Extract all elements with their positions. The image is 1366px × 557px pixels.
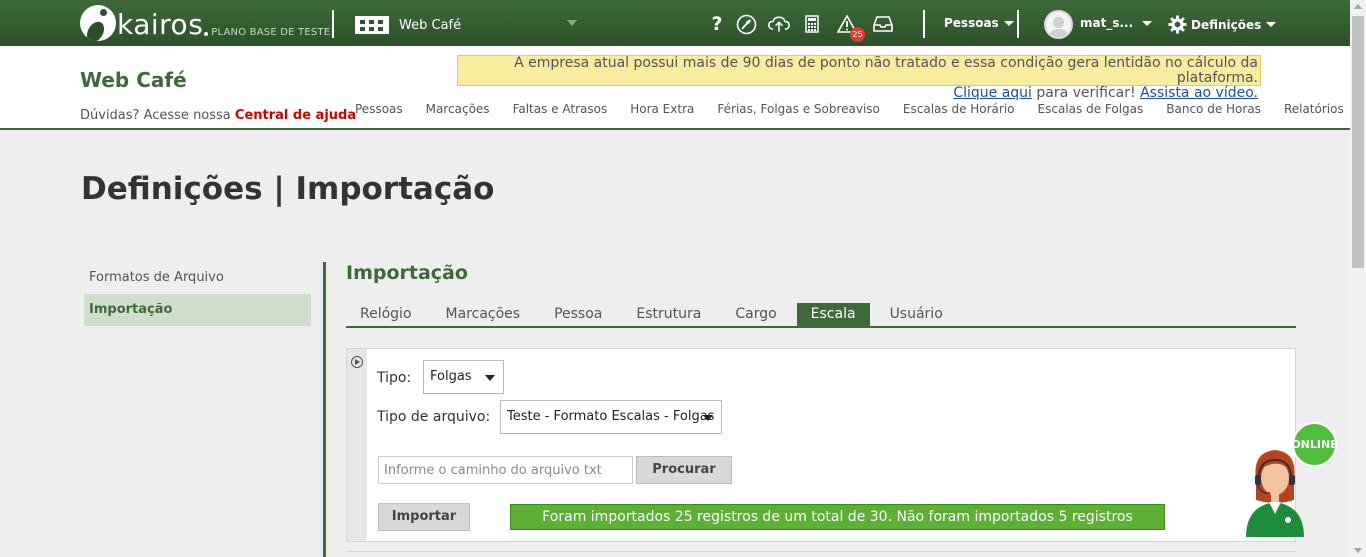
- chevron-down-icon: [1142, 20, 1153, 26]
- people-menu-label: Pessoas: [944, 16, 999, 30]
- help-icon[interactable]: ?: [706, 13, 728, 35]
- divider: [1017, 10, 1019, 38]
- tipo-label: Tipo:: [377, 370, 412, 386]
- inbox-icon[interactable]: [872, 13, 894, 35]
- company-selector[interactable]: Web Café: [355, 14, 585, 36]
- help-center-link[interactable]: Central de ajuda: [235, 108, 356, 123]
- tab-estrutura[interactable]: Estrutura: [622, 303, 715, 326]
- people-menu[interactable]: Pessoas: [944, 16, 1014, 30]
- alerts-count-badge: 25: [850, 27, 865, 42]
- logo-dot: [204, 32, 209, 36]
- nav-escalas-horario[interactable]: Escalas de Horário: [903, 102, 1015, 116]
- header: Web Café Dúvidas? Acesse nossa Central d…: [0, 46, 1350, 130]
- main-nav: Pessoas Marcações Faltas e Atrasos Hora …: [355, 102, 1366, 116]
- chevron-down-icon: [703, 415, 713, 421]
- chevron-down-icon: [1266, 22, 1277, 27]
- company-grid-icon: [355, 16, 389, 34]
- user-name: mat_s...: [1080, 16, 1134, 30]
- plan-label: PLANO BASE DE TESTE: [211, 27, 331, 38]
- tipo-select[interactable]: Folgas: [423, 360, 504, 394]
- tab-marcacoes[interactable]: Marcações: [432, 303, 535, 326]
- scroll-down-icon[interactable]: [1354, 548, 1362, 553]
- chevron-down-icon: [485, 375, 495, 381]
- logo-text: kairos: [117, 8, 204, 41]
- top-bar: kairos PLANO BASE DE TESTE Web Café ? 25…: [0, 0, 1366, 46]
- kairos-logo[interactable]: kairos PLANO BASE DE TESTE: [80, 5, 330, 41]
- untreated-days-alert: A empresa atual possui mais de 90 dias d…: [457, 55, 1261, 101]
- company-name: Web Café: [399, 17, 462, 33]
- gear-icon: [1168, 15, 1187, 34]
- scroll-thumb[interactable]: [1352, 16, 1364, 268]
- avatar[interactable]: [1044, 10, 1073, 39]
- file-path-input[interactable]: [378, 456, 633, 484]
- browse-button[interactable]: Procurar: [636, 456, 732, 484]
- help-prefix: Dúvidas? Acesse nossa: [80, 108, 235, 123]
- tab-usuario[interactable]: Usuário: [876, 303, 957, 326]
- sidebar-item-formatos[interactable]: Formatos de Arquivo: [84, 262, 311, 294]
- alert-middle-text: para verificar!: [1031, 85, 1141, 101]
- watch-video-link[interactable]: Assista ao vídeo.: [1140, 85, 1258, 101]
- nav-ferias-folgas[interactable]: Férias, Folgas e Sobreaviso: [717, 102, 880, 116]
- tab-escala[interactable]: Escala: [796, 303, 870, 326]
- online-status-badge[interactable]: ONLINE: [1291, 422, 1338, 467]
- kairos-logo-icon: [80, 5, 116, 41]
- calculator-icon[interactable]: [801, 13, 823, 35]
- tipo-select-value: Folgas: [430, 369, 472, 384]
- import-button[interactable]: Importar: [378, 503, 470, 531]
- sidebar-item-importacao[interactable]: Importação: [84, 294, 311, 326]
- arquivo-label: Tipo de arquivo:: [377, 409, 491, 425]
- nav-marcacoes[interactable]: Marcações: [426, 102, 490, 116]
- check-link[interactable]: Clique aqui: [953, 85, 1032, 101]
- tab-relogio[interactable]: Relógio: [346, 303, 426, 326]
- import-form-panel: Tipo: Folgas Tipo de arquivo: Teste - Fo…: [346, 348, 1296, 542]
- page-title: Definições | Importação: [81, 171, 495, 207]
- nav-relatorios[interactable]: Relatórios: [1284, 102, 1344, 116]
- divider: [332, 10, 334, 38]
- nav-banco-horas[interactable]: Banco de Horas: [1166, 102, 1261, 116]
- import-result-message: Foram importados 25 registros de um tota…: [510, 504, 1165, 530]
- tab-pessoa[interactable]: Pessoa: [540, 303, 616, 326]
- panel-side-strip: [347, 349, 367, 541]
- company-brand-title: Web Café: [80, 68, 187, 92]
- leaf-edit-icon[interactable]: [735, 13, 757, 35]
- user-menu[interactable]: mat_s...: [1080, 16, 1153, 30]
- nav-hora-extra[interactable]: Hora Extra: [630, 102, 694, 116]
- nav-faltas-atrasos[interactable]: Faltas e Atrasos: [513, 102, 608, 116]
- settings-menu-label: Definições: [1191, 17, 1262, 32]
- sidebar-divider: [323, 262, 326, 557]
- divider: [923, 10, 925, 38]
- settings-menu[interactable]: Definições: [1168, 15, 1277, 34]
- arquivo-select-value: Teste - Formato Escalas - Folgas: [507, 409, 715, 424]
- vertical-scrollbar[interactable]: [1350, 0, 1366, 557]
- arquivo-select[interactable]: Teste - Formato Escalas - Folgas: [500, 400, 722, 434]
- nav-pessoas[interactable]: Pessoas: [355, 102, 403, 116]
- help-text: Dúvidas? Acesse nossa Central de ajuda: [80, 108, 356, 123]
- alert-message: A empresa atual possui mais de 90 dias d…: [514, 55, 1258, 86]
- cloud-upload-icon[interactable]: [768, 13, 790, 35]
- import-tabs: Relógio Marcações Pessoa Estrutura Cargo…: [346, 303, 1296, 328]
- divider: [346, 551, 1296, 552]
- play-circle-icon[interactable]: [351, 356, 363, 368]
- chevron-down-icon: [1003, 20, 1014, 26]
- tab-cargo[interactable]: Cargo: [721, 303, 790, 326]
- scroll-up-icon[interactable]: [1354, 4, 1362, 9]
- nav-escalas-folgas[interactable]: Escalas de Folgas: [1038, 102, 1144, 116]
- section-title: Importação: [346, 262, 468, 284]
- chevron-down-icon: [567, 20, 577, 26]
